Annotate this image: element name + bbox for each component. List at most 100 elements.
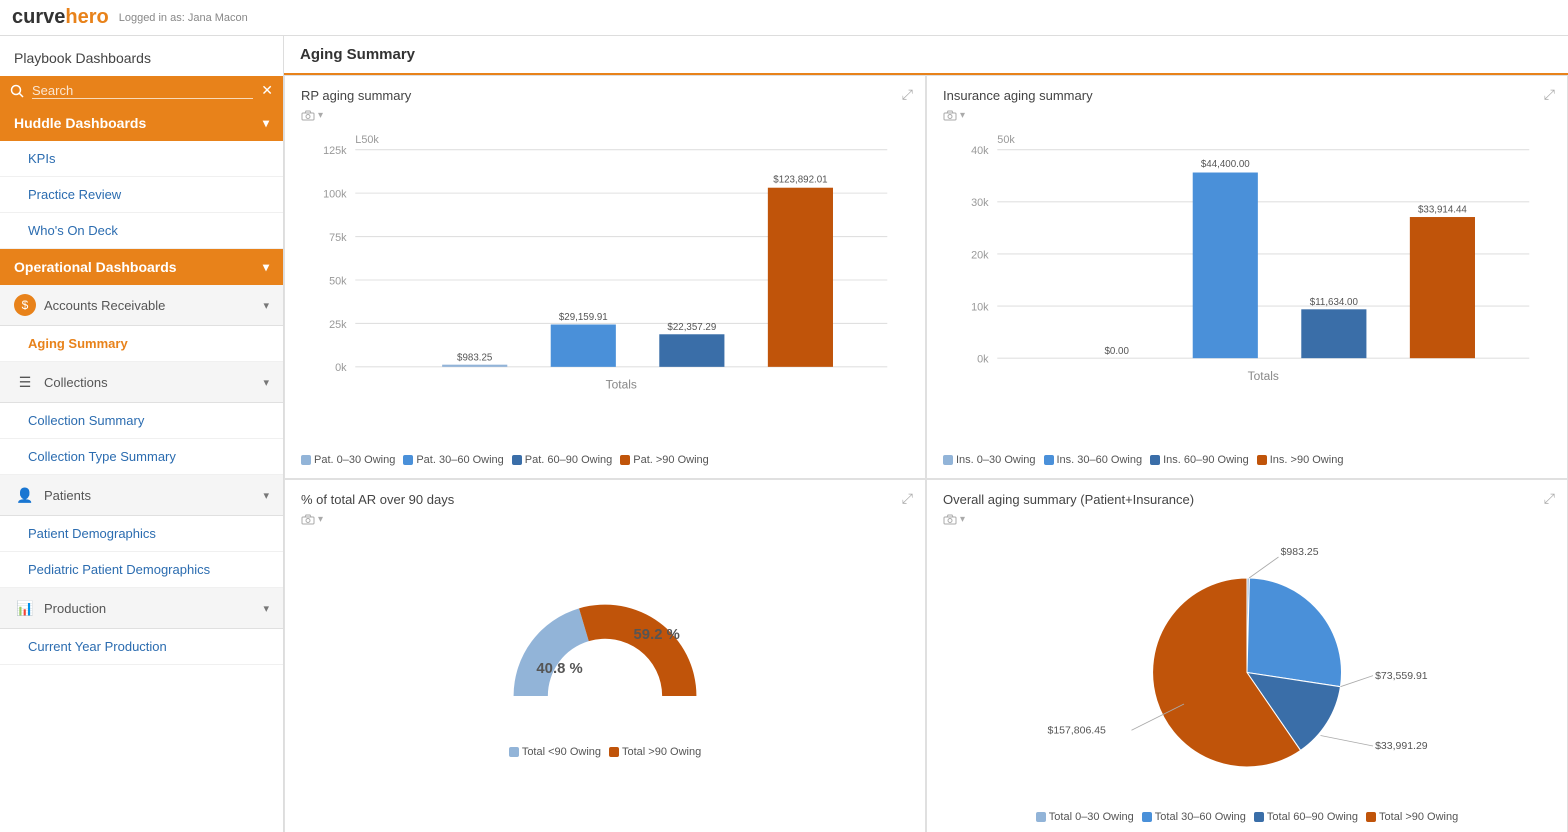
overall-aging-chart: $983.25 $73,559.91 $33,991.29 $157,806.4… bbox=[943, 536, 1551, 809]
camera-icon: ▾ bbox=[943, 110, 965, 121]
sidebar-item-collection-summary[interactable]: Collection Summary bbox=[0, 403, 283, 439]
svg-text:Totals: Totals bbox=[1248, 369, 1279, 383]
sidebar-item-pediatric-patient-demographics[interactable]: Pediatric Patient Demographics bbox=[0, 552, 283, 588]
insurance-aging-legend: Ins. 0–30 Owing Ins. 30–60 Owing Ins. 60… bbox=[943, 454, 1551, 466]
camera-icon: ▾ bbox=[301, 110, 323, 121]
svg-text:$22,357.29: $22,357.29 bbox=[667, 322, 716, 333]
legend-item-pat-over-90: Pat. >90 Owing bbox=[620, 454, 709, 466]
chevron-down-icon: ▾ bbox=[263, 260, 269, 274]
sidebar-item-whos-on-deck[interactable]: Who's On Deck bbox=[0, 213, 283, 249]
expand-icon[interactable]: ⤢ bbox=[902, 86, 913, 103]
svg-text:$157,806.45: $157,806.45 bbox=[1048, 724, 1107, 736]
rp-aging-panel: RP aging summary ⤢ ▾ 125k 100k 75k 50k bbox=[284, 75, 926, 479]
sidebar-item-aging-summary[interactable]: Aging Summary bbox=[0, 326, 283, 362]
operational-dashboards-label: Operational Dashboards bbox=[14, 259, 177, 275]
svg-text:10k: 10k bbox=[971, 301, 989, 313]
production-header[interactable]: 📊 Production ▾ bbox=[0, 588, 283, 629]
camera-icon: ▾ bbox=[301, 514, 323, 525]
legend-total-under-90: Total <90 Owing bbox=[509, 746, 601, 758]
sidebar-title: Playbook Dashboards bbox=[0, 36, 283, 76]
search-input[interactable] bbox=[32, 83, 253, 99]
huddle-dashboards-header[interactable]: Huddle Dashboards ▾ bbox=[0, 105, 283, 141]
bar-ins-60-90 bbox=[1301, 309, 1366, 358]
legend-item-pat-0-30: Pat. 0–30 Owing bbox=[301, 454, 395, 466]
rp-aging-chart: 125k 100k 75k 50k 25k 0k L50k bbox=[301, 128, 909, 443]
accounts-receivable-header[interactable]: $ Accounts Receivable ▾ bbox=[0, 285, 283, 326]
insurance-aging-title: Insurance aging summary bbox=[943, 88, 1551, 103]
legend-item-ins-0-30: Ins. 0–30 Owing bbox=[943, 454, 1036, 466]
insurance-aging-chart: 40k 30k 20k 10k 0k 50k $0.00 bbox=[943, 128, 1551, 443]
svg-text:25k: 25k bbox=[329, 319, 347, 331]
list-icon: ☰ bbox=[14, 371, 36, 393]
legend-total-30-60: Total 30–60 Owing bbox=[1142, 811, 1246, 823]
pie-seg-30-60 bbox=[1247, 578, 1342, 687]
charts-grid: RP aging summary ⤢ ▾ 125k 100k 75k 50k bbox=[284, 75, 1568, 832]
collections-label: Collections bbox=[44, 375, 108, 390]
search-bar: ✕ bbox=[0, 76, 283, 105]
legend-item-pat-30-60: Pat. 30–60 Owing bbox=[403, 454, 503, 466]
legend-total-60-90: Total 60–90 Owing bbox=[1254, 811, 1358, 823]
svg-text:$73,559.91: $73,559.91 bbox=[1375, 670, 1428, 682]
sidebar: Playbook Dashboards ✕ Huddle Dashboards … bbox=[0, 36, 284, 832]
topbar: curvehero Logged in as: Jana Macon bbox=[0, 0, 1568, 36]
svg-text:30k: 30k bbox=[971, 197, 989, 209]
svg-text:100k: 100k bbox=[323, 188, 347, 200]
bar-pat-over-90 bbox=[768, 188, 833, 367]
content-header: Aging Summary bbox=[284, 36, 1568, 75]
sidebar-item-kpis[interactable]: KPIs bbox=[0, 141, 283, 177]
bar-ins-30-60 bbox=[1193, 173, 1258, 359]
logged-in-label: Logged in as: Jana Macon bbox=[119, 12, 248, 24]
sidebar-item-patient-demographics[interactable]: Patient Demographics bbox=[0, 516, 283, 552]
svg-text:59.2 %: 59.2 % bbox=[634, 627, 680, 643]
legend-total-0-30: Total 0–30 Owing bbox=[1036, 811, 1134, 823]
svg-text:20k: 20k bbox=[971, 249, 989, 261]
operational-dashboards-header[interactable]: Operational Dashboards ▾ bbox=[0, 249, 283, 285]
logo-hero: hero bbox=[65, 6, 108, 29]
legend-item-ins-30-60: Ins. 30–60 Owing bbox=[1044, 454, 1143, 466]
overall-aging-panel: Overall aging summary (Patient+Insurance… bbox=[926, 479, 1568, 832]
bar-pat-30-60 bbox=[551, 325, 616, 367]
legend-item-ins-over-90: Ins. >90 Owing bbox=[1257, 454, 1344, 466]
svg-text:125k: 125k bbox=[323, 145, 347, 157]
expand-icon[interactable]: ⤢ bbox=[1544, 86, 1555, 103]
chevron-down-icon: ▾ bbox=[263, 116, 269, 130]
chevron-down-icon: ▾ bbox=[263, 602, 269, 615]
huddle-dashboards-label: Huddle Dashboards bbox=[14, 115, 146, 131]
close-icon[interactable]: ✕ bbox=[261, 82, 273, 99]
svg-text:$33,991.29: $33,991.29 bbox=[1375, 740, 1428, 752]
pct-over-90-panel: % of total AR over 90 days ⤢ ▾ bbox=[284, 479, 926, 832]
content-area: Aging Summary RP aging summary ⤢ ▾ 125k … bbox=[284, 36, 1568, 832]
expand-icon[interactable]: ⤢ bbox=[902, 490, 913, 507]
svg-text:$33,914.44: $33,914.44 bbox=[1418, 205, 1467, 216]
pct-over-90-title: % of total AR over 90 days bbox=[301, 492, 909, 507]
main-layout: Playbook Dashboards ✕ Huddle Dashboards … bbox=[0, 36, 1568, 832]
svg-text:$11,634.00: $11,634.00 bbox=[1310, 297, 1359, 308]
donut-segment-over-90 bbox=[579, 604, 696, 695]
svg-text:$983.25: $983.25 bbox=[1281, 546, 1319, 558]
production-label: Production bbox=[44, 601, 106, 616]
bar-ins-over-90 bbox=[1410, 217, 1475, 358]
donut-svg: 40.8 % 59.2 % bbox=[445, 536, 765, 742]
sidebar-item-current-year-production[interactable]: Current Year Production bbox=[0, 629, 283, 665]
bar-pat-0-30 bbox=[442, 365, 507, 367]
donut-segment-under-90 bbox=[514, 608, 589, 696]
expand-icon[interactable]: ⤢ bbox=[1544, 490, 1555, 507]
legend-item-pat-60-90: Pat. 60–90 Owing bbox=[512, 454, 612, 466]
svg-text:Totals: Totals bbox=[606, 378, 637, 392]
patients-header[interactable]: 👤 Patients ▾ bbox=[0, 475, 283, 516]
overall-aging-title: Overall aging summary (Patient+Insurance… bbox=[943, 492, 1551, 507]
svg-text:40.8 %: 40.8 % bbox=[536, 661, 582, 677]
sidebar-item-collection-type-summary[interactable]: Collection Type Summary bbox=[0, 439, 283, 475]
overall-aging-legend: Total 0–30 Owing Total 30–60 Owing Total… bbox=[943, 811, 1551, 823]
insurance-aging-panel: Insurance aging summary ⤢ ▾ 40k 30k 20k … bbox=[926, 75, 1568, 479]
legend-total-over-90: Total >90 Owing bbox=[609, 746, 701, 758]
bar-chart-icon: 📊 bbox=[14, 597, 36, 619]
logo-curve: curve bbox=[12, 6, 65, 29]
svg-text:$983.25: $983.25 bbox=[457, 352, 493, 363]
svg-text:75k: 75k bbox=[329, 232, 347, 244]
svg-text:$123,892.01: $123,892.01 bbox=[773, 174, 827, 185]
patients-label: Patients bbox=[44, 488, 91, 503]
sidebar-item-practice-review[interactable]: Practice Review bbox=[0, 177, 283, 213]
svg-text:$29,159.91: $29,159.91 bbox=[559, 312, 608, 323]
collections-header[interactable]: ☰ Collections ▾ bbox=[0, 362, 283, 403]
